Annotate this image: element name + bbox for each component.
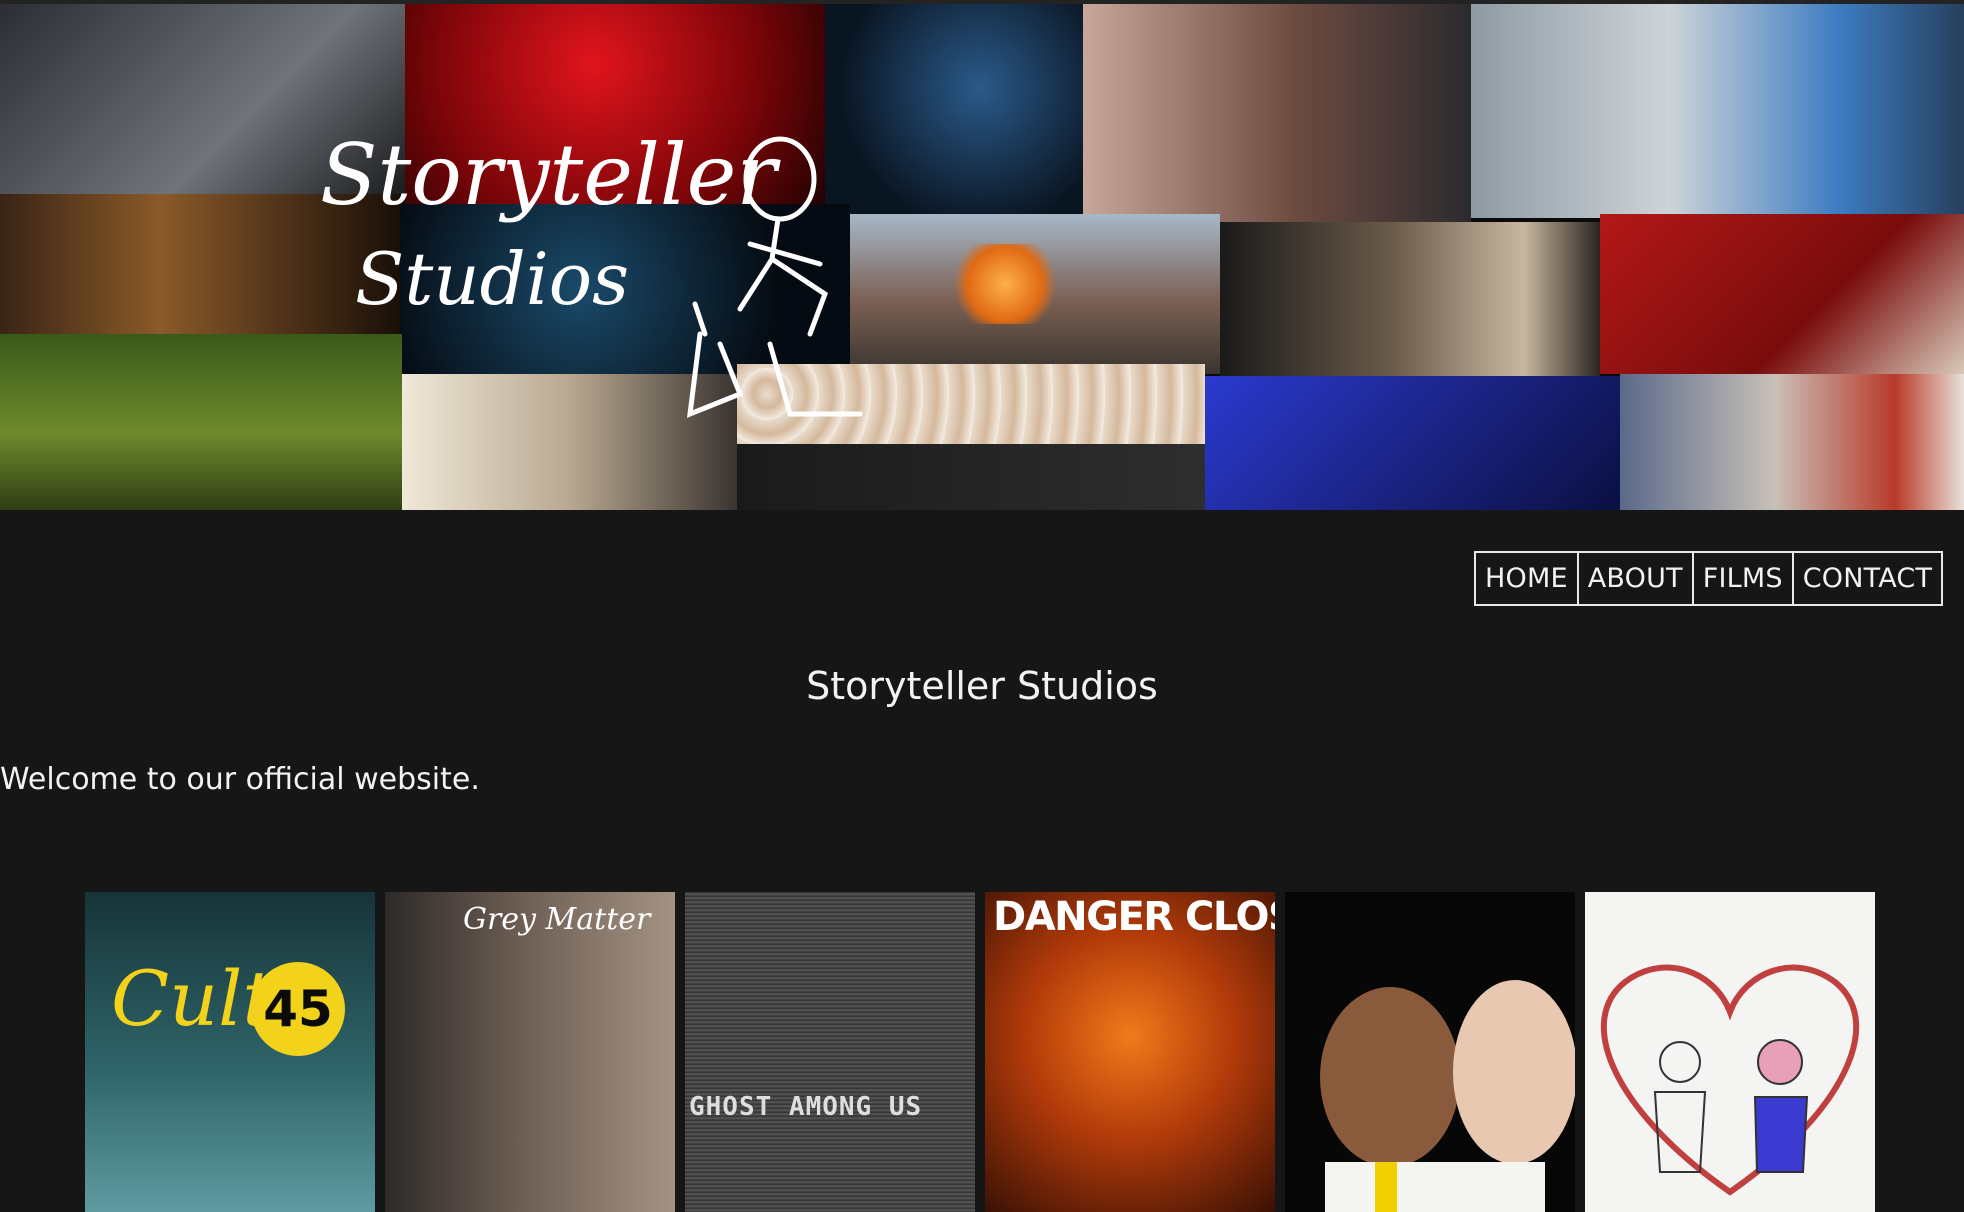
nav-films[interactable]: FILMS bbox=[1694, 553, 1794, 604]
nav-about[interactable]: ABOUT bbox=[1579, 553, 1694, 604]
logo-drawing: Storyteller Studios bbox=[320, 126, 863, 418]
poster-faces-art bbox=[1320, 980, 1575, 1212]
poster-title: GHOST AMONG US bbox=[689, 1092, 923, 1122]
poster-danger-close[interactable]: DANGER CLOSE bbox=[985, 892, 1275, 1212]
welcome-text: Welcome to our official website. bbox=[0, 762, 480, 797]
poster-title: Grey Matter bbox=[463, 902, 651, 937]
page-title: Storyteller Studios bbox=[806, 664, 1158, 708]
poster-faces[interactable] bbox=[1285, 892, 1575, 1212]
logo-text-line2: Studios bbox=[355, 237, 629, 321]
header-collage: Storyteller Studios bbox=[0, 0, 1964, 510]
poster-badge: 45 bbox=[251, 962, 345, 1056]
poster-grey-matter[interactable]: Grey Matter bbox=[385, 892, 675, 1212]
collage-photo-couch bbox=[737, 444, 1205, 510]
main-nav: HOME ABOUT FILMS CONTACT bbox=[1474, 551, 1944, 606]
collage-photo-woman bbox=[1083, 4, 1471, 224]
collage-photo-friends bbox=[1220, 222, 1600, 380]
nav-contact[interactable]: CONTACT bbox=[1794, 553, 1941, 604]
poster-title: Cult bbox=[111, 954, 273, 1043]
collage-photo-explosion bbox=[950, 244, 1060, 324]
logo-text-line1: Storyteller bbox=[320, 126, 781, 224]
collage-photo-store bbox=[1620, 374, 1964, 510]
heart-drawing-icon bbox=[1600, 964, 1860, 1196]
collage-photo-office bbox=[1471, 4, 1964, 218]
poster-heart-drawing[interactable] bbox=[1585, 892, 1875, 1212]
poster-cult45[interactable]: Cult 45 bbox=[85, 892, 375, 1212]
collage-photo-cafe bbox=[1600, 214, 1964, 374]
poster-ghost-among-us[interactable]: GHOST AMONG US bbox=[685, 892, 975, 1212]
collage-photo-rain bbox=[1205, 376, 1620, 510]
storyteller-logo: Storyteller Studios bbox=[300, 94, 900, 424]
poster-title: DANGER CLOSE bbox=[993, 894, 1275, 940]
nav-home[interactable]: HOME bbox=[1476, 553, 1579, 604]
